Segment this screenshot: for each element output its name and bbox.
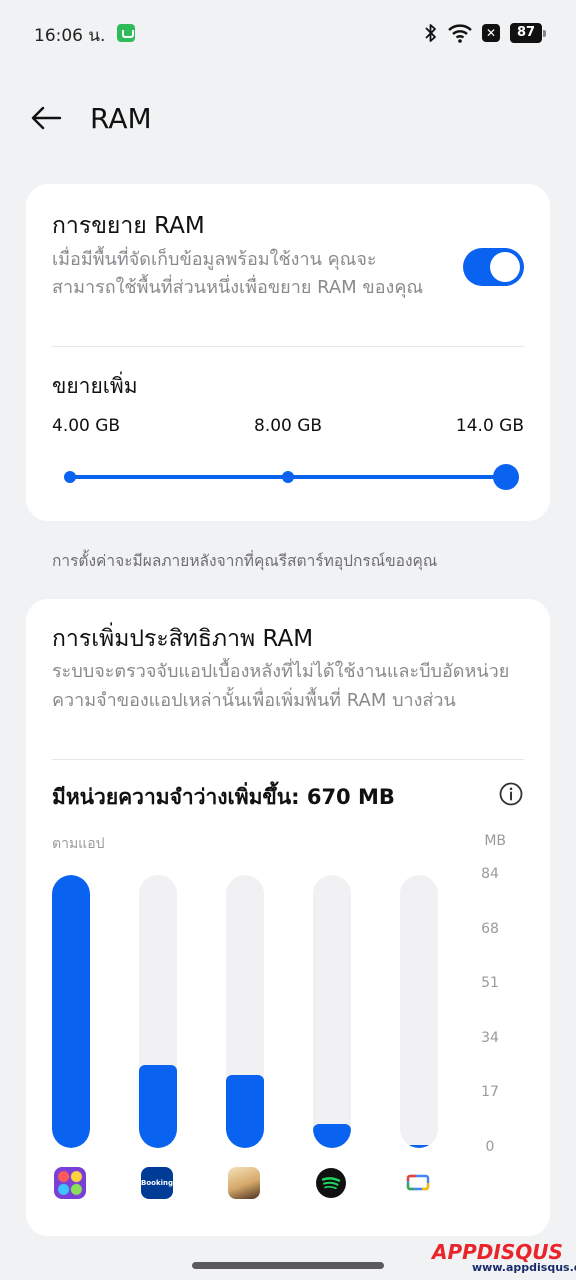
slider-thumb[interactable]: [493, 464, 519, 490]
ram-expansion-title: การขยาย RAM: [52, 213, 205, 239]
wifi-icon: [448, 24, 472, 43]
y-tick-label: 51: [481, 975, 499, 992]
info-icon[interactable]: [498, 781, 524, 807]
ram-expansion-toggle[interactable]: [463, 248, 524, 286]
chart-unit-label: MB: [484, 833, 506, 849]
divider: [52, 346, 524, 347]
freed-memory-text: มีหน่วยความจำว่างเพิ่มขึ้น: 670 MB: [52, 785, 395, 809]
y-tick-label: 68: [481, 920, 499, 937]
bar-fill-google-tv-app: [400, 1144, 438, 1148]
ram-optimization-description: ระบบจะตรวจจับแอปเบื้องหลังที่ไม่ได้ใช้งา…: [52, 661, 510, 711]
ram-size-slider[interactable]: [64, 462, 519, 492]
bar-spotify-app: [313, 875, 351, 1148]
ram-optimization-title: การเพิ่มประสิทธิภาพ RAM: [52, 626, 314, 652]
status-time: 16:06 น.: [34, 26, 106, 46]
home-indicator[interactable]: [192, 1262, 384, 1269]
page-title: RAM: [90, 102, 152, 135]
ram-optimization-card: การเพิ่มประสิทธิภาพ RAM ระบบจะตรวจจับแอป…: [26, 599, 550, 1236]
spotify-app-icon: [315, 1167, 347, 1199]
back-button[interactable]: [24, 98, 68, 138]
bar-booking-app: [139, 875, 177, 1148]
y-tick-label: 0: [485, 1139, 495, 1155]
watermark-url: www.appdisqus.com: [472, 1261, 576, 1274]
back-arrow-icon: [31, 106, 62, 130]
bar-fill-bubble-game-app: [52, 875, 90, 1148]
y-tick-label: 17: [481, 1084, 499, 1101]
size-option-14gb: 14.0 GB: [455, 416, 524, 436]
bar-anime-game-app: [226, 875, 264, 1148]
y-tick-label: 84: [481, 866, 499, 882]
size-option-8gb: 8.00 GB: [254, 416, 323, 436]
battery-icon: 87: [510, 23, 546, 43]
top-bar: RAM: [0, 86, 576, 152]
x-app-icon: ✕: [482, 24, 500, 42]
bar-fill-anime-game-app: [226, 1074, 264, 1148]
extend-label: ขยายเพิ่ม: [52, 374, 138, 398]
status-icons: ✕ 87: [424, 22, 546, 44]
slider-tick: [282, 471, 294, 483]
bar-google-tv-app: [400, 875, 438, 1148]
y-tick-label: 34: [481, 1029, 499, 1046]
toggle-knob: [490, 252, 520, 282]
slider-tick: [64, 471, 76, 483]
notification-app-icon: [117, 24, 135, 42]
google-tv-app-icon: [402, 1167, 434, 1199]
watermark: APPDISQUS www.appdisqus.com: [432, 1240, 576, 1276]
booking-app-icon: Booking: [141, 1167, 173, 1199]
status-bar: 16:06 น. ✕ 87: [0, 0, 576, 66]
ram-expansion-description: เมื่อมีพื้นที่จัดเก็บข้อมูลพร้อมใช้งาน ค…: [52, 249, 424, 298]
chart-x-label: ตามแอป: [52, 836, 105, 852]
bubble-game-app-icon: [54, 1167, 86, 1199]
divider: [52, 759, 524, 760]
bluetooth-icon: [425, 24, 436, 42]
anime-game-app-icon: [228, 1167, 260, 1199]
size-option-4gb: 4.00 GB: [52, 416, 121, 436]
bar-bubble-game-app: [52, 875, 90, 1148]
bar-fill-booking-app: [139, 1065, 177, 1148]
restart-note: การตั้งค่าจะมีผลภายหลังจากที่คุณรีสตาร์ท…: [52, 552, 438, 570]
bar-fill-spotify-app: [313, 1123, 351, 1148]
ram-expansion-card: การขยาย RAM เมื่อมีพื้นที่จัดเก็บข้อมูลพ…: [26, 184, 550, 521]
